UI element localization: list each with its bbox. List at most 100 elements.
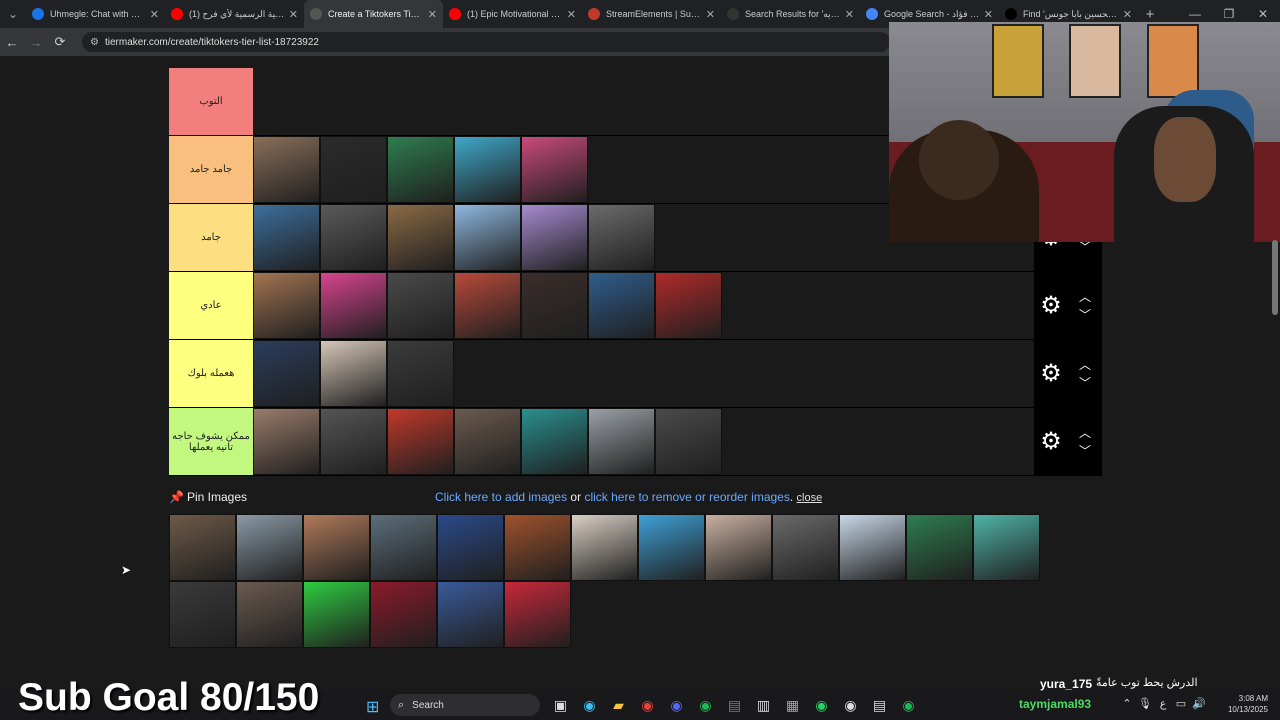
tier-item-image[interactable] (588, 272, 655, 339)
tab-close-icon[interactable]: ✕ (150, 8, 159, 21)
tab-close-icon[interactable]: ✕ (1123, 8, 1132, 21)
file-explorer-icon[interactable]: ▰ (604, 694, 633, 716)
tier-item-image[interactable] (521, 408, 588, 475)
spotify-icon[interactable]: ◉ (691, 694, 720, 716)
chevron-up-icon[interactable]: ︿ (1079, 356, 1091, 374)
spotify-active-icon[interactable]: ◉ (894, 694, 923, 716)
page-scrollbar[interactable] (1272, 240, 1278, 315)
tier-item-image[interactable] (253, 136, 320, 203)
obs-icon[interactable]: ◉ (836, 694, 865, 716)
back-icon[interactable]: ← (0, 35, 24, 50)
pool-image[interactable] (370, 514, 437, 581)
gear-icon[interactable]: ⚙ (1034, 427, 1068, 456)
tab-close-icon[interactable]: ✕ (845, 8, 854, 21)
tier-item-image[interactable] (320, 340, 387, 407)
tier-item-image[interactable] (655, 408, 722, 475)
tier-item-image[interactable] (387, 408, 454, 475)
chevron-down-icon[interactable]: ﹀ (1079, 306, 1091, 324)
pool-image[interactable] (839, 514, 906, 581)
tier-item-image[interactable] (521, 272, 588, 339)
tier-item-image[interactable] (588, 408, 655, 475)
tier-item-image[interactable] (320, 272, 387, 339)
pool-image[interactable] (437, 581, 504, 648)
remove-reorder-link[interactable]: click here to remove or reorder images (584, 490, 789, 504)
browser-tab[interactable]: StreamElements | Subathon ✕ (582, 0, 721, 28)
tier-item-image[interactable] (588, 204, 655, 271)
new-tab-button[interactable]: + (1138, 6, 1162, 23)
pool-image[interactable] (504, 514, 571, 581)
edge-icon[interactable]: ◉ (575, 694, 604, 716)
tier-item-image[interactable] (387, 136, 454, 203)
close-link[interactable]: close (797, 492, 823, 504)
tab-close-icon[interactable]: ✕ (428, 8, 437, 21)
tier-label[interactable]: عادي (169, 272, 253, 339)
tab-close-icon[interactable]: ✕ (289, 8, 298, 21)
tier-item-image[interactable] (387, 272, 454, 339)
pool-image[interactable] (169, 581, 236, 648)
notes-icon[interactable]: ▤ (865, 694, 894, 716)
tier-label[interactable]: جامد (169, 204, 253, 271)
tier-label[interactable]: جامد جامد (169, 136, 253, 203)
tier-item-image[interactable] (454, 272, 521, 339)
tab-close-icon[interactable]: ✕ (567, 8, 576, 21)
tier-item-image[interactable] (521, 204, 588, 271)
chevron-down-icon[interactable]: ﹀ (1079, 442, 1091, 460)
pool-image[interactable] (705, 514, 772, 581)
tier-item-image[interactable] (320, 204, 387, 271)
gear-icon[interactable]: ⚙ (1034, 359, 1068, 388)
pool-image[interactable] (370, 581, 437, 648)
tier-label[interactable]: ممكن يشوف حاجه تانيه يعملها (169, 408, 253, 475)
tier-item-image[interactable] (253, 272, 320, 339)
tier-item-image[interactable] (454, 136, 521, 203)
browser-tab[interactable]: (1) Epic Motivational Musi ✕ (443, 0, 582, 28)
tray-chevron-icon[interactable]: ⌃ (1118, 697, 1136, 710)
gear-icon[interactable]: ⚙ (1034, 291, 1068, 320)
tier-item-image[interactable] (253, 340, 320, 407)
premiere-icon[interactable]: ▦ (778, 694, 807, 716)
chevron-up-icon[interactable]: ︿ (1079, 288, 1091, 306)
tier-item-image[interactable] (655, 272, 722, 339)
pool-image[interactable] (303, 514, 370, 581)
reload-icon[interactable]: ⟳ (48, 34, 72, 50)
pool-image[interactable] (638, 514, 705, 581)
tier-item-image[interactable] (521, 136, 588, 203)
site-info-icon[interactable]: ⚙ (90, 37, 99, 48)
tier-item-image[interactable] (387, 204, 454, 271)
pool-image[interactable] (973, 514, 1040, 581)
pool-image[interactable] (571, 514, 638, 581)
url-input[interactable]: ⚙ tiermaker.com/create/tiktokers-tier-li… (82, 32, 890, 52)
forward-icon[interactable]: → (24, 35, 48, 50)
pool-image[interactable] (906, 514, 973, 581)
pool-image[interactable] (303, 581, 370, 648)
tier-item-image[interactable] (320, 408, 387, 475)
pool-image[interactable] (772, 514, 839, 581)
browser-tab[interactable]: Search Results for 'مصريه' ✕ (721, 0, 860, 28)
vegas-icon[interactable]: ▤ (720, 694, 749, 716)
tier-label[interactable]: التوب (169, 68, 253, 135)
browser-tab[interactable]: Create a Tiktokers Tier Lis ✕ (304, 0, 443, 28)
pool-image[interactable] (169, 514, 236, 581)
network-icon[interactable]: ▭ (1172, 697, 1190, 710)
chevron-down-icon[interactable]: ﹀ (1079, 374, 1091, 392)
pool-image[interactable] (504, 581, 571, 648)
tier-item-image[interactable] (454, 204, 521, 271)
volume-icon[interactable]: 🔊 (1190, 697, 1208, 710)
pool-image[interactable] (236, 581, 303, 648)
whatsapp-icon[interactable]: ◉ (807, 694, 836, 716)
clock[interactable]: 3:08 AM 10/13/2025 (1222, 693, 1268, 715)
taskbar-search[interactable]: ⌕ Search (390, 694, 540, 716)
tier-item-image[interactable] (320, 136, 387, 203)
pool-image[interactable] (236, 514, 303, 581)
browser-tab[interactable]: (1) الأغنية الرسمية لأي فرح ✕ (165, 0, 304, 28)
tab-close-icon[interactable]: ✕ (984, 8, 993, 21)
chevron-up-icon[interactable]: ︿ (1079, 424, 1091, 442)
language-indicator[interactable]: ع (1154, 697, 1172, 710)
add-images-link[interactable]: Click here to add images (435, 490, 567, 504)
chrome-icon[interactable]: ◉ (633, 694, 662, 716)
tab-search-button[interactable]: ⌄ (0, 0, 26, 28)
windows-start-icon[interactable]: ⊞ (366, 697, 379, 717)
tier-item-image[interactable] (253, 408, 320, 475)
browser-tab[interactable]: Uhmegle: Chat with Strang ✕ (26, 0, 165, 28)
discord-icon[interactable]: ◉ (662, 694, 691, 716)
microphone-icon[interactable]: 🎙 (1136, 697, 1154, 710)
